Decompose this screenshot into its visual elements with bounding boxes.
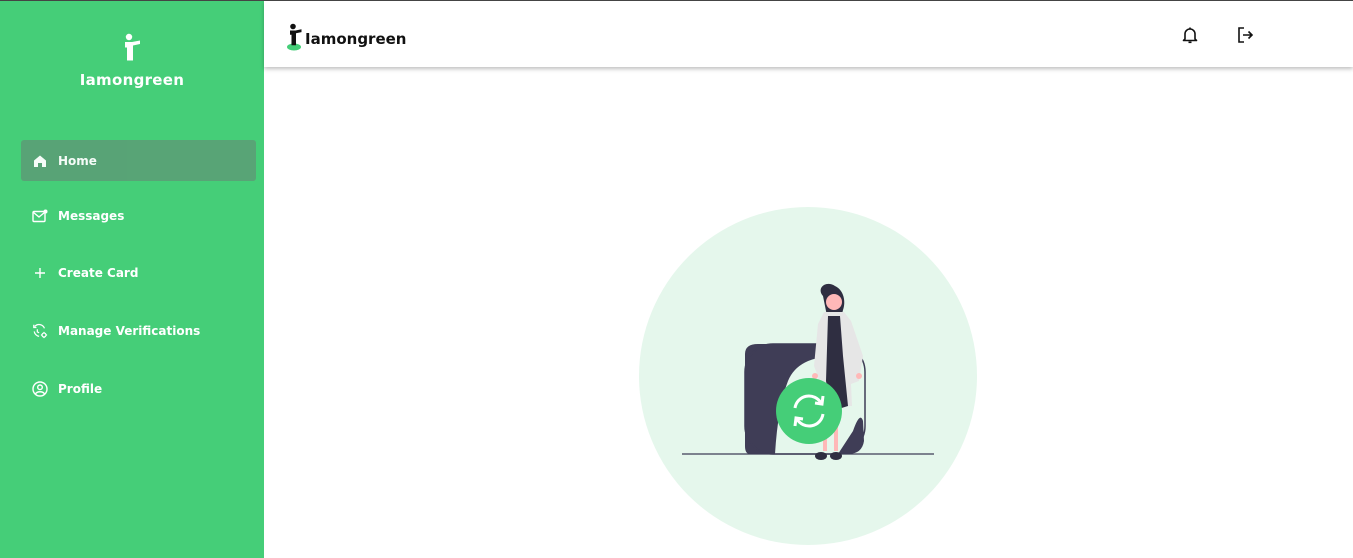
- woman-standing-with-sync-icon-illustration: [639, 207, 977, 545]
- sidebar-item-manage-verifications[interactable]: Manage Verifications: [21, 310, 256, 351]
- bell-icon[interactable]: [1180, 25, 1200, 45]
- logout-icon[interactable]: [1235, 25, 1255, 45]
- sidebar-item-label: Create Card: [58, 265, 139, 280]
- sidebar-item-profile[interactable]: Profile: [21, 368, 256, 409]
- user-circle-icon: [32, 380, 48, 397]
- sidebar-item-label: Manage Verifications: [58, 323, 201, 338]
- sidebar-brand: Iamongreen: [0, 33, 264, 89]
- home-icon: [32, 153, 48, 169]
- mail-icon: [32, 208, 48, 224]
- header-brand[interactable]: Iamongreen: [286, 23, 406, 51]
- main-content: [264, 67, 1353, 558]
- sidebar-item-create-card[interactable]: Create Card: [21, 252, 256, 293]
- top-bar: Iamongreen: [264, 1, 1353, 67]
- logo-person-pointing-icon: [287, 23, 302, 51]
- sidebar-item-label: Home: [58, 153, 97, 168]
- sidebar-item-label: Messages: [58, 208, 125, 223]
- sidebar-item-messages[interactable]: Messages: [21, 195, 256, 236]
- sidebar-item-label: Profile: [58, 381, 103, 396]
- sidebar: Iamongreen Home Messages Create Card Man: [0, 1, 264, 558]
- sidebar-item-home[interactable]: Home: [21, 140, 256, 181]
- plus-icon: [32, 265, 48, 281]
- sidebar-brand-name: Iamongreen: [79, 71, 185, 89]
- header-brand-name: Iamongreen: [305, 30, 407, 48]
- app-frame: Iamongreen Home Messages Create Card Man: [0, 0, 1353, 558]
- logo-person-pointing-icon: [125, 33, 140, 61]
- verification-settings-icon: [32, 323, 48, 339]
